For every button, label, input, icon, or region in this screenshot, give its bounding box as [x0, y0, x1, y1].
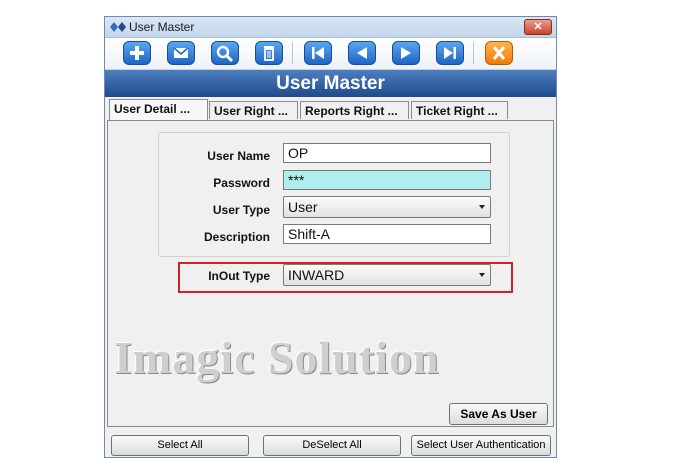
tab-reports-right[interactable]: Reports Right ...	[300, 101, 409, 119]
first-record-icon	[312, 47, 324, 59]
password-input[interactable]: ***	[283, 170, 491, 190]
user-name-label: User Name	[207, 149, 270, 163]
first-record-button[interactable]	[304, 41, 332, 65]
close-icon	[492, 46, 506, 60]
delete-button[interactable]	[255, 41, 283, 65]
description-input[interactable]: Shift-A	[283, 224, 491, 244]
mail-button[interactable]	[167, 41, 195, 65]
user-type-label: User Type	[212, 203, 270, 217]
chevron-down-icon	[479, 273, 485, 277]
trash-icon	[264, 46, 274, 61]
toolbar-separator	[292, 42, 293, 64]
window-close-button[interactable]: ✕	[524, 19, 552, 35]
password-label: Password	[213, 176, 270, 190]
previous-record-icon	[357, 47, 367, 59]
user-detail-panel: User Name OP Password *** User Type User…	[107, 120, 554, 427]
previous-record-button[interactable]	[348, 41, 376, 65]
tab-user-detail[interactable]: User Detail ...	[109, 99, 208, 120]
toolbar	[105, 38, 556, 70]
mail-icon	[173, 47, 189, 58]
exit-button[interactable]	[485, 41, 513, 65]
next-record-button[interactable]	[392, 41, 420, 65]
add-button[interactable]	[123, 41, 151, 65]
window-title: User Master	[129, 20, 195, 34]
select-user-authentication-button[interactable]: Select User Authentication	[411, 435, 551, 456]
chevron-down-icon	[479, 205, 485, 209]
page-title: User Master	[105, 70, 556, 97]
tab-ticket-right[interactable]: Ticket Right ...	[411, 101, 508, 119]
next-record-icon	[401, 47, 411, 59]
plus-icon	[130, 46, 144, 60]
watermark: Imagic Solution	[114, 332, 440, 383]
last-record-button[interactable]	[436, 41, 464, 65]
toolbar-separator	[473, 42, 474, 64]
tab-user-right[interactable]: User Right ...	[209, 101, 298, 119]
search-icon	[216, 45, 234, 63]
description-label: Description	[203, 230, 270, 244]
save-as-user-button[interactable]: Save As User	[449, 403, 548, 425]
select-all-button[interactable]: Select All	[111, 435, 249, 456]
inout-type-value: INWARD	[288, 267, 345, 283]
user-name-input[interactable]: OP	[283, 143, 491, 163]
deselect-all-button[interactable]: DeSelect All	[263, 435, 401, 456]
title-bar[interactable]: User Master ✕	[105, 17, 556, 38]
user-master-window: User Master ✕ User Master User Detail ..…	[104, 16, 557, 458]
inout-type-label: InOut Type	[208, 269, 270, 283]
search-button[interactable]	[211, 41, 239, 65]
tab-strip: User Detail ... User Right ... Reports R…	[107, 99, 556, 120]
last-record-icon	[444, 47, 456, 59]
inout-type-dropdown[interactable]: INWARD	[283, 264, 491, 286]
user-type-dropdown[interactable]: User	[283, 196, 491, 218]
app-icon	[110, 22, 126, 32]
user-type-value: User	[288, 199, 318, 215]
